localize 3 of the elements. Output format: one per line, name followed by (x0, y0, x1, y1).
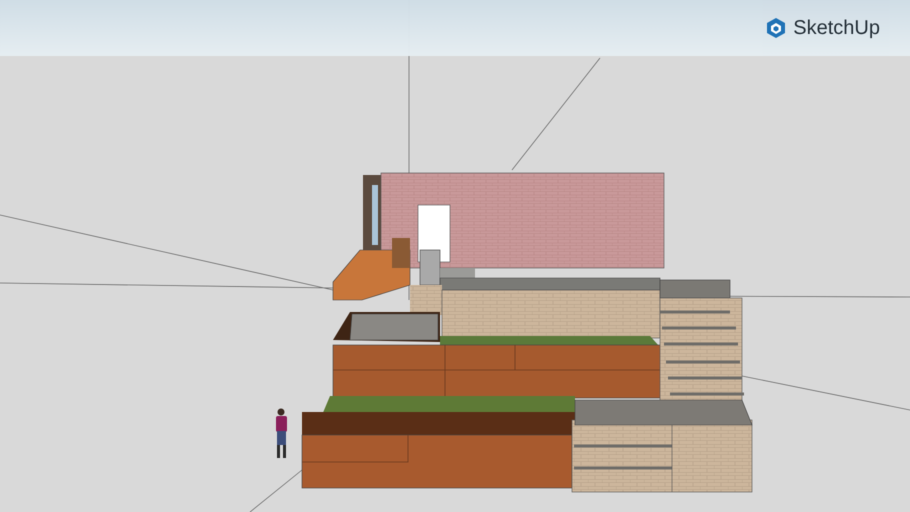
person-silhouette (276, 408, 287, 458)
logo-icon (765, 17, 788, 39)
brand-name: SketchUp (793, 16, 880, 40)
